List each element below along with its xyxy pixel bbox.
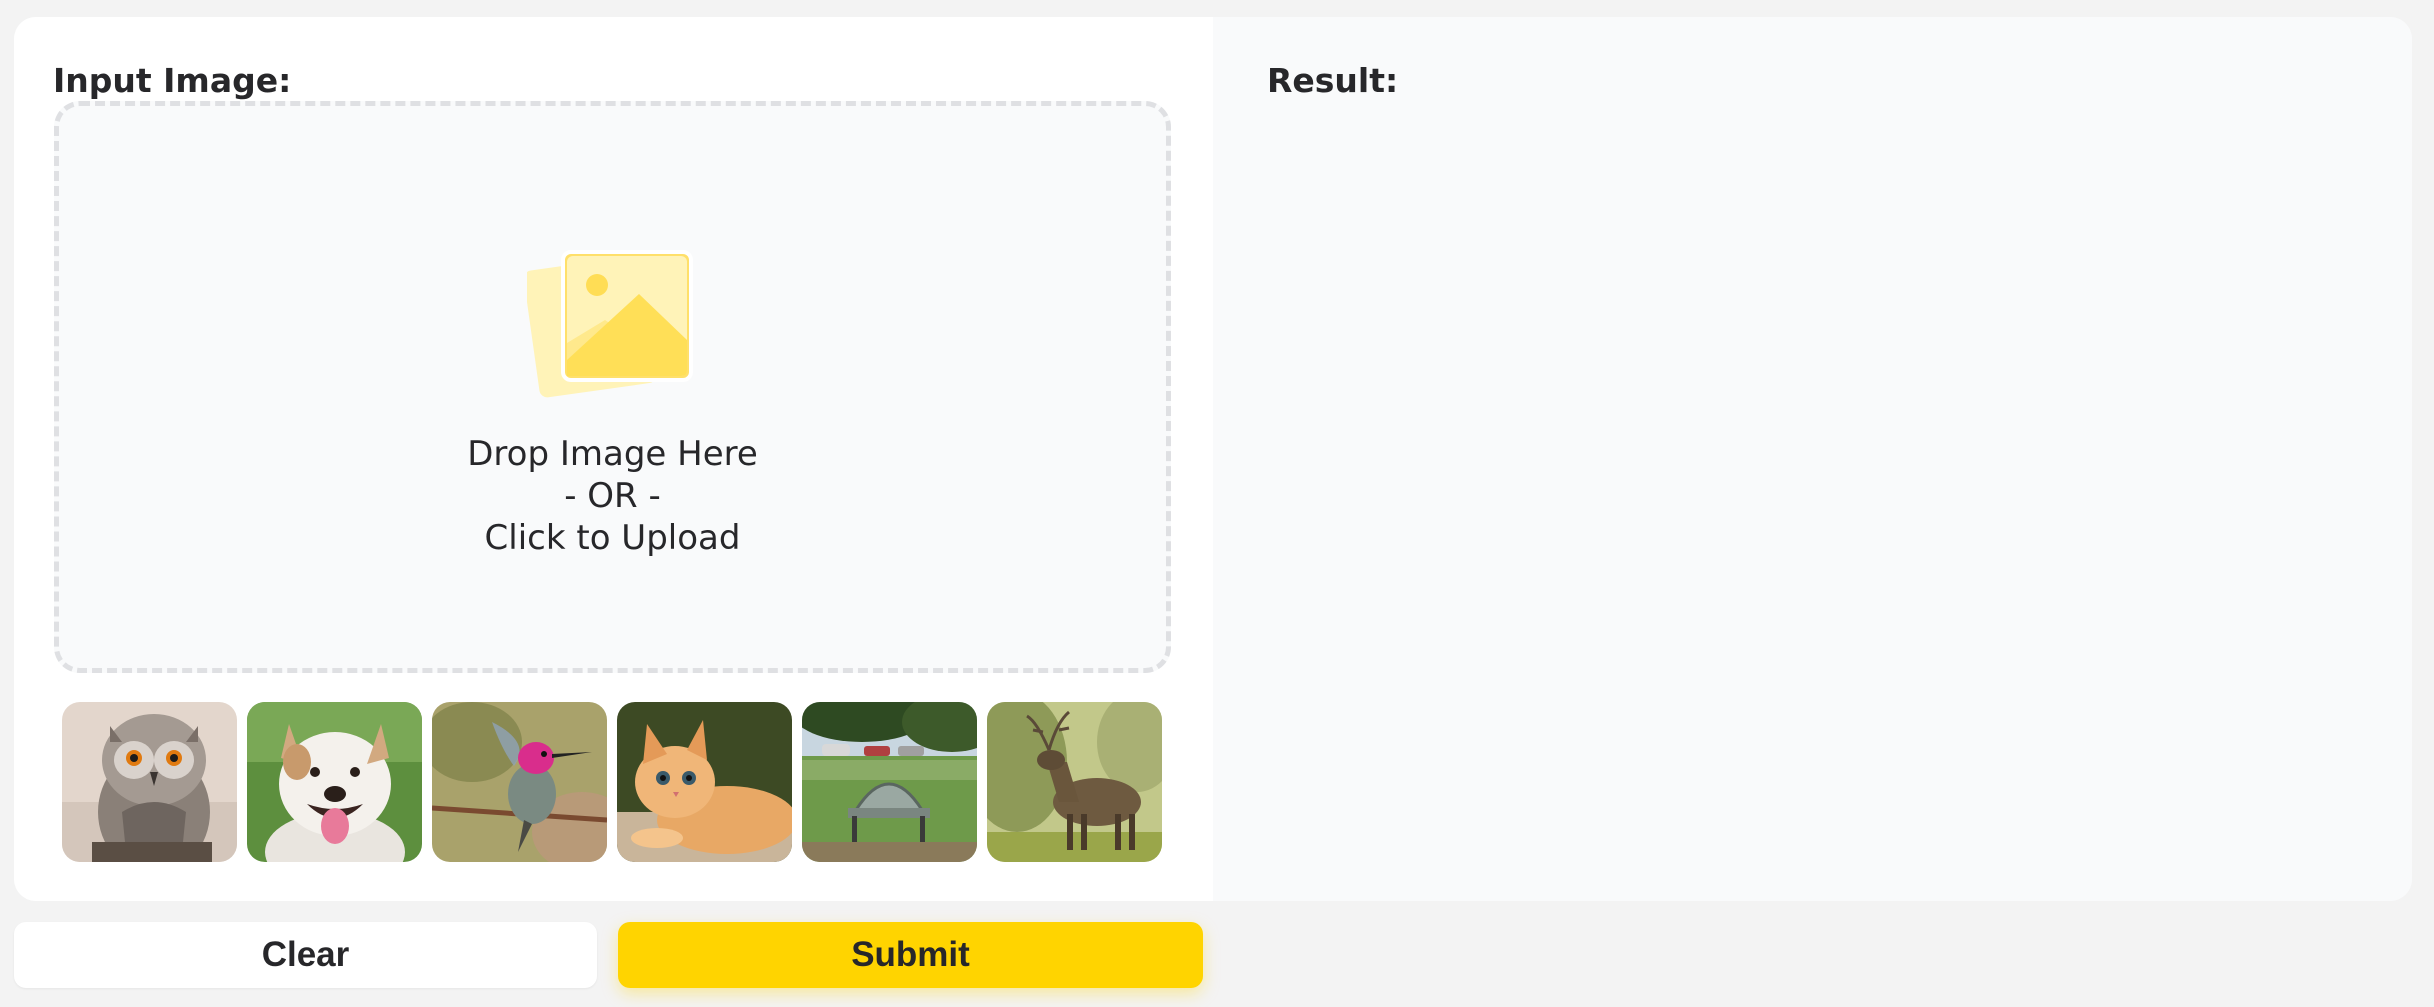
example-dog-image[interactable] [247,702,422,862]
example-owl-image[interactable] [62,702,237,862]
example-deer-image[interactable] [987,702,1162,862]
input-image-label: Input Image: [53,61,292,100]
image-dropzone[interactable]: Drop Image Here - OR - Click to Upload [54,101,1171,673]
example-bench-image[interactable] [802,702,977,862]
input-column: Input Image: Drop Image Here - OR - Clic… [14,17,1213,901]
result-column: Result: [1213,17,2412,901]
image-upload-icon [527,250,693,398]
example-images [62,702,1162,862]
example-hummingbird-image[interactable] [432,702,607,862]
main-panel: Input Image: Drop Image Here - OR - Clic… [14,17,2412,901]
clear-button[interactable]: Clear [14,922,597,988]
drop-text-line3: Click to Upload [484,518,741,558]
drop-text-line1: Drop Image Here [467,434,758,474]
example-kitten-image[interactable] [617,702,792,862]
result-label: Result: [1267,61,1399,100]
drop-text-or: - OR - [564,476,661,516]
submit-button[interactable]: Submit [618,922,1203,988]
